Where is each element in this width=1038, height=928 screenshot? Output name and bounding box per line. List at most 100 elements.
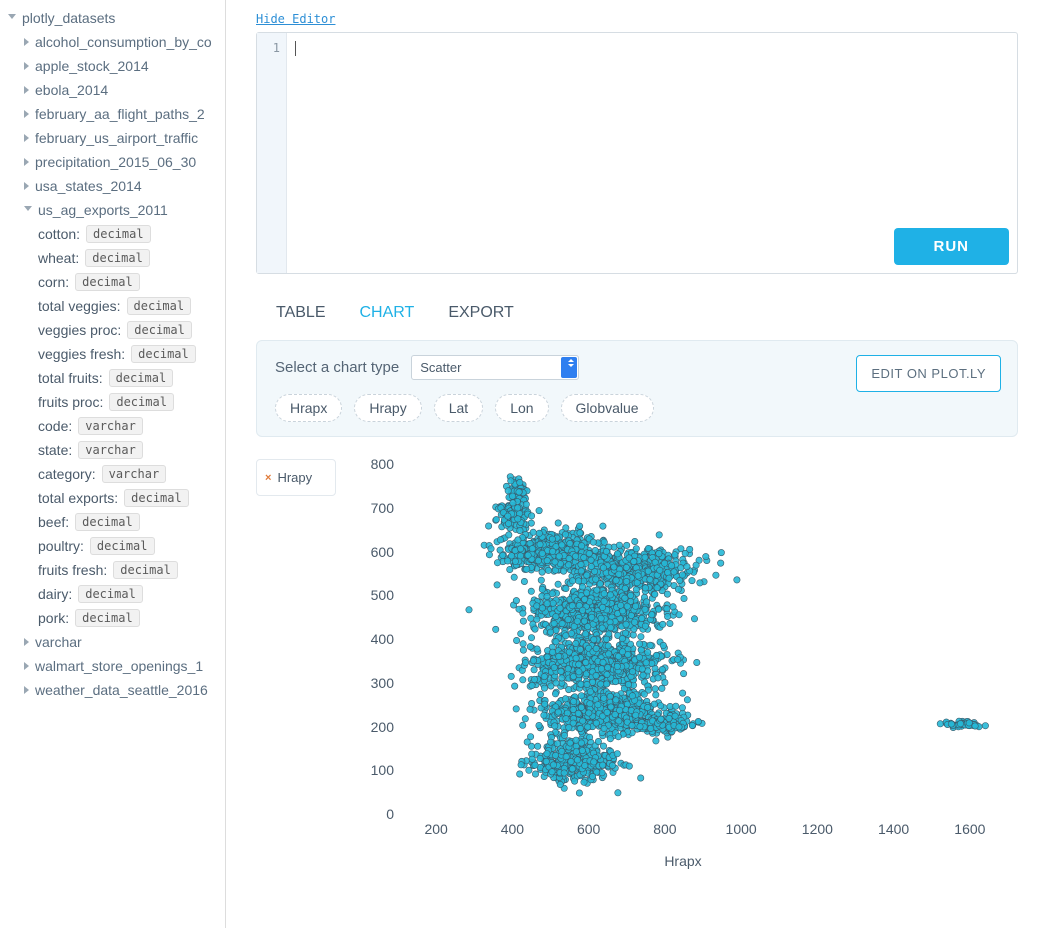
tree-root-label: plotly_datasets bbox=[22, 10, 115, 26]
field-name: fruits proc: bbox=[38, 394, 103, 410]
tree-table-item[interactable]: february_aa_flight_paths_2 bbox=[8, 102, 225, 126]
tree-table-label: precipitation_2015_06_30 bbox=[35, 154, 196, 170]
field-name: category: bbox=[38, 466, 96, 482]
caret-right-icon bbox=[24, 110, 29, 118]
field-name: veggies proc: bbox=[38, 322, 121, 338]
field-name: code: bbox=[38, 418, 72, 434]
chart-type-select-wrap[interactable]: Scatter bbox=[411, 355, 579, 380]
legend-remove-icon[interactable]: × bbox=[265, 472, 271, 484]
chart-area: × Hrapy 0100200300400500600700800 200400… bbox=[256, 459, 1018, 869]
chart-type-label: Select a chart type bbox=[275, 359, 399, 376]
tree-table-label: february_aa_flight_paths_2 bbox=[35, 106, 205, 122]
tree-table-label: weather_data_seattle_2016 bbox=[35, 682, 208, 698]
tree-field-item[interactable]: fruits proc: decimal bbox=[8, 390, 225, 414]
field-name: poultry: bbox=[38, 538, 84, 554]
tree-table-item[interactable]: weather_data_seattle_2016 bbox=[8, 678, 225, 702]
column-pill[interactable]: Globvalue bbox=[561, 394, 654, 422]
edit-on-plotly-button[interactable]: EDIT ON PLOT.LY bbox=[856, 355, 1001, 392]
y-tick-label: 0 bbox=[364, 806, 394, 822]
tree-table-label: ebola_2014 bbox=[35, 82, 108, 98]
field-type-chip: decimal bbox=[85, 249, 150, 267]
field-name: state: bbox=[38, 442, 72, 458]
tree-table-item[interactable]: usa_states_2014 bbox=[8, 174, 225, 198]
field-type-chip: decimal bbox=[127, 321, 192, 339]
field-type-chip: decimal bbox=[124, 489, 189, 507]
caret-right-icon bbox=[24, 134, 29, 142]
chart-type-select[interactable]: Scatter bbox=[411, 355, 579, 380]
schema-sidebar: plotly_datasets alcohol_consumption_by_c… bbox=[0, 0, 226, 928]
scatter-plot[interactable]: 0100200300400500600700800 20040060080010… bbox=[348, 459, 1018, 869]
caret-right-icon bbox=[24, 686, 29, 694]
legend-box[interactable]: × Hrapy bbox=[256, 459, 336, 496]
column-pill[interactable]: Lat bbox=[434, 394, 483, 422]
tree-table-label: us_ag_exports_2011 bbox=[38, 202, 168, 218]
field-type-chip: decimal bbox=[75, 273, 140, 291]
y-tick-label: 100 bbox=[364, 762, 394, 778]
tree-field-item[interactable]: fruits fresh:decimal bbox=[8, 558, 225, 582]
field-type-chip: decimal bbox=[113, 561, 178, 579]
tree-field-item[interactable]: dairy: decimal bbox=[8, 582, 225, 606]
x-tick-label: 600 bbox=[577, 821, 600, 837]
field-name: veggies fresh: bbox=[38, 346, 125, 362]
tree-field-item[interactable]: code:varchar bbox=[8, 414, 225, 438]
tree-table-item[interactable]: alcohol_consumption_by_co bbox=[8, 30, 225, 54]
caret-right-icon bbox=[24, 62, 29, 70]
caret-right-icon bbox=[24, 638, 29, 646]
tree-field-item[interactable]: total fruits:decimal bbox=[8, 366, 225, 390]
hide-editor-link[interactable]: Hide Editor bbox=[256, 12, 1018, 26]
tree-table-label: february_us_airport_traffic bbox=[35, 130, 198, 146]
tree-root-item[interactable]: plotly_datasets bbox=[8, 6, 225, 30]
caret-right-icon bbox=[24, 182, 29, 190]
tree-table-item[interactable]: varchar bbox=[8, 630, 225, 654]
main-panel: Hide Editor 1 RUN TABLE CHART EXPORT Sel… bbox=[226, 0, 1038, 928]
column-pills: Hrapx Hrapy Lat Lon Globvalue bbox=[275, 394, 999, 422]
tab-chart[interactable]: CHART bbox=[360, 304, 415, 322]
y-tick-label: 600 bbox=[364, 544, 394, 560]
tree-field-item[interactable]: category: varchar bbox=[8, 462, 225, 486]
sql-editor[interactable]: 1 RUN bbox=[256, 32, 1018, 274]
x-tick-label: 1000 bbox=[726, 821, 757, 837]
field-name: wheat: bbox=[38, 250, 79, 266]
tree-table-item[interactable]: apple_stock_2014 bbox=[8, 54, 225, 78]
x-axis-label: Hrapx bbox=[664, 853, 701, 869]
column-pill[interactable]: Lon bbox=[495, 394, 548, 422]
tree-field-item[interactable]: veggies proc: decimal bbox=[8, 318, 225, 342]
field-type-chip: decimal bbox=[78, 585, 143, 603]
line-number: 1 bbox=[257, 41, 280, 55]
field-type-chip: decimal bbox=[131, 345, 196, 363]
tree-table-item[interactable]: precipitation_2015_06_30 bbox=[8, 150, 225, 174]
field-name: corn: bbox=[38, 274, 69, 290]
tree-table-item[interactable]: us_ag_exports_2011 bbox=[8, 198, 225, 222]
tree-field-item[interactable]: pork:decimal bbox=[8, 606, 225, 630]
column-pill[interactable]: Hrapy bbox=[354, 394, 421, 422]
tree-field-item[interactable]: state:varchar bbox=[8, 438, 225, 462]
field-name: total exports: bbox=[38, 490, 118, 506]
caret-right-icon bbox=[24, 158, 29, 166]
field-type-chip: decimal bbox=[75, 609, 140, 627]
field-name: dairy: bbox=[38, 586, 72, 602]
caret-right-icon bbox=[24, 662, 29, 670]
tree-field-item[interactable]: cotton:decimal bbox=[8, 222, 225, 246]
field-type-chip: varchar bbox=[102, 465, 167, 483]
y-tick-label: 700 bbox=[364, 500, 394, 516]
tree-field-item[interactable]: veggies fresh: decimal bbox=[8, 342, 225, 366]
tree-table-item[interactable]: february_us_airport_traffic bbox=[8, 126, 225, 150]
tab-table[interactable]: TABLE bbox=[276, 304, 326, 322]
y-tick-label: 500 bbox=[364, 587, 394, 603]
x-tick-label: 200 bbox=[424, 821, 447, 837]
column-pill[interactable]: Hrapx bbox=[275, 394, 342, 422]
tree-table-label: apple_stock_2014 bbox=[35, 58, 149, 74]
tab-export[interactable]: EXPORT bbox=[448, 304, 514, 322]
tree-field-item[interactable]: corn: decimal bbox=[8, 270, 225, 294]
tree-table-item[interactable]: ebola_2014 bbox=[8, 78, 225, 102]
run-button[interactable]: RUN bbox=[894, 228, 1010, 265]
tree-table-item[interactable]: walmart_store_openings_1 bbox=[8, 654, 225, 678]
tree-field-item[interactable]: total exports: decimal bbox=[8, 486, 225, 510]
field-type-chip: decimal bbox=[109, 393, 174, 411]
tree-field-item[interactable]: poultry:decimal bbox=[8, 534, 225, 558]
tree-field-item[interactable]: total veggies:decimal bbox=[8, 294, 225, 318]
tree-field-item[interactable]: wheat: decimal bbox=[8, 246, 225, 270]
y-tick-label: 300 bbox=[364, 675, 394, 691]
tree-field-item[interactable]: beef:decimal bbox=[8, 510, 225, 534]
x-tick-label: 1200 bbox=[802, 821, 833, 837]
